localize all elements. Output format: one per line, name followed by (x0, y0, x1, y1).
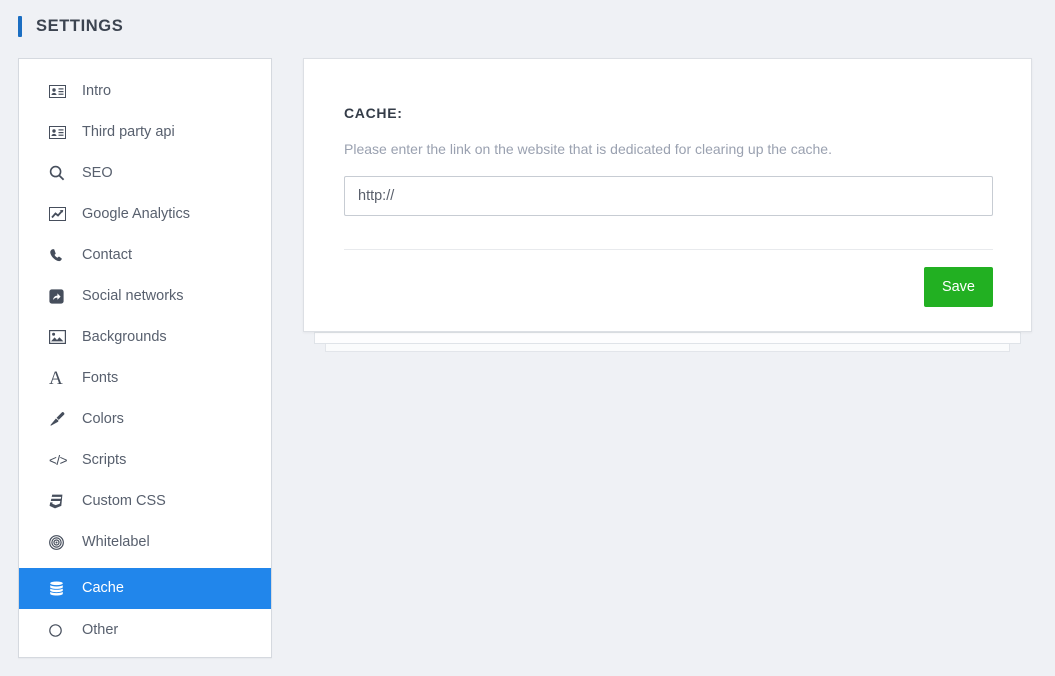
contact-card-icon (49, 84, 71, 98)
sidebar-item-label: Scripts (82, 451, 127, 468)
database-icon (49, 581, 71, 596)
sidebar-item-label: Google Analytics (82, 205, 191, 222)
sidebar-item-third-party-api[interactable]: Third party api (19, 117, 271, 147)
bullseye-icon (49, 534, 71, 550)
sidebar-item-label: Other (82, 621, 119, 638)
sidebar-item-fonts[interactable]: A Fonts (19, 363, 271, 393)
cache-settings-body: CACHE: Please enter the link on the webs… (304, 59, 1031, 307)
contact-card-icon (49, 125, 71, 139)
sidebar-item-whitelabel[interactable]: Whitelabel (19, 527, 271, 557)
sidebar-item-custom-css[interactable]: Custom CSS (19, 486, 271, 516)
form-actions: Save (344, 266, 993, 307)
sidebar-item-label: Custom CSS (82, 492, 166, 509)
sidebar-item-label: Backgrounds (82, 328, 167, 345)
title-accent-bar (18, 16, 22, 37)
sidebar-nav-list: Intro Third party api SEO Google Analyti… (19, 59, 271, 645)
section-title: CACHE: (344, 105, 403, 121)
image-icon (49, 330, 71, 344)
sidebar-item-intro[interactable]: Intro (19, 76, 271, 106)
search-icon (49, 165, 71, 181)
page-header: SETTINGS (18, 16, 123, 37)
section-description: Please enter the link on the website tha… (344, 141, 832, 157)
card-stack-shadow-front (314, 332, 1021, 344)
sidebar-item-label: Fonts (82, 369, 119, 386)
code-icon: </> (49, 452, 68, 468)
chart-line-icon (49, 207, 71, 221)
circle-icon (49, 623, 71, 637)
brush-icon (49, 411, 71, 427)
sidebar-item-other[interactable]: Other (19, 615, 271, 645)
cache-settings-card: CACHE: Please enter the link on the webs… (303, 58, 1032, 332)
sidebar-item-label: Third party api (82, 123, 175, 140)
sidebar-item-contact[interactable]: Contact (19, 240, 271, 270)
settings-panel-deck: CACHE: Please enter the link on the webs… (303, 58, 1032, 352)
sidebar-item-label: Contact (82, 246, 132, 263)
save-button[interactable]: Save (923, 266, 993, 307)
cache-url-input[interactable] (344, 175, 993, 216)
sidebar-item-label: Colors (82, 410, 124, 427)
sidebar-item-scripts[interactable]: </> Scripts (19, 445, 271, 475)
sidebar-item-social-networks[interactable]: Social networks (19, 281, 271, 311)
sidebar-item-label: Social networks (82, 287, 184, 304)
sidebar-item-label: Intro (82, 82, 112, 99)
sidebar-item-label: Whitelabel (82, 533, 150, 550)
sidebar-item-backgrounds[interactable]: Backgrounds (19, 322, 271, 352)
sidebar-item-cache[interactable]: Cache (19, 568, 271, 609)
sidebar-item-seo[interactable]: SEO (19, 158, 271, 188)
sidebar-item-colors[interactable]: Colors (19, 404, 271, 434)
form-divider (344, 248, 993, 250)
css3-icon (49, 494, 71, 509)
sidebar-item-label: Cache (82, 580, 124, 597)
share-icon (49, 288, 71, 304)
settings-sidebar: Intro Third party api SEO Google Analyti… (18, 58, 272, 658)
sidebar-item-google-analytics[interactable]: Google Analytics (19, 199, 271, 229)
phone-icon (49, 248, 71, 263)
letter-a-icon: A (49, 367, 63, 389)
page-title: SETTINGS (36, 17, 124, 35)
sidebar-item-label: SEO (82, 164, 113, 181)
